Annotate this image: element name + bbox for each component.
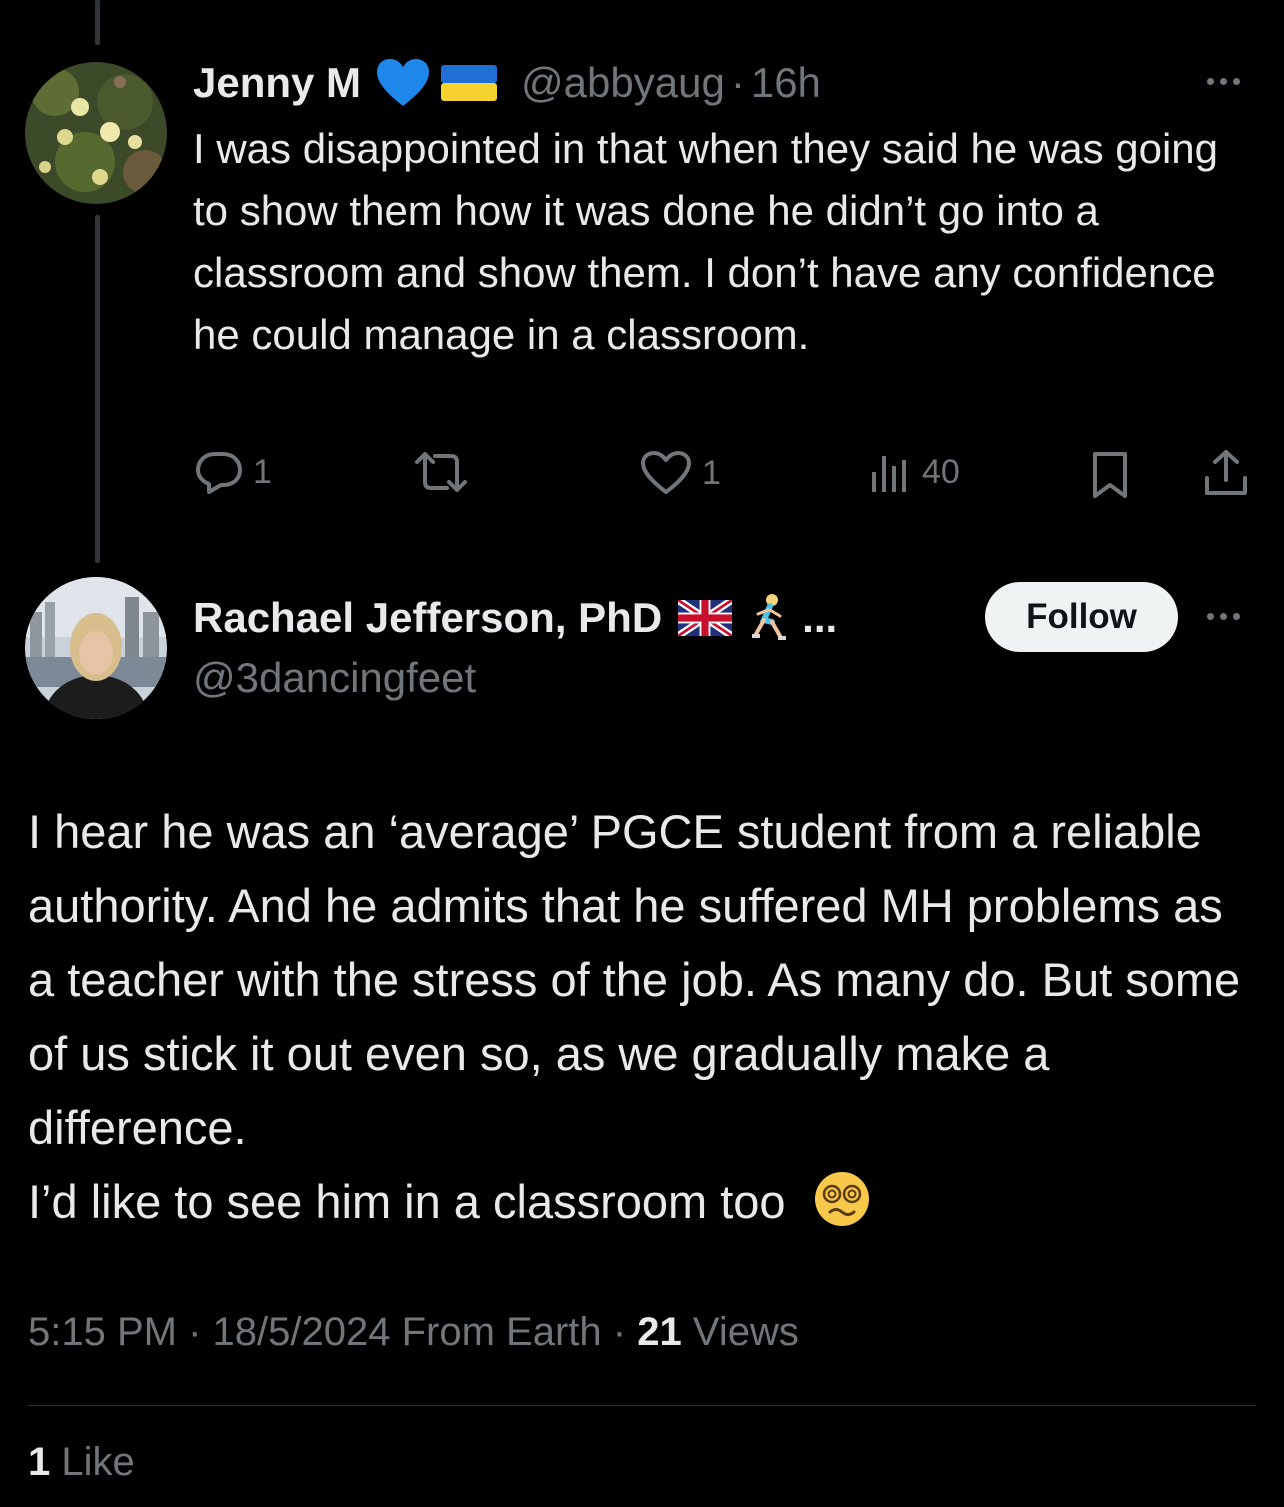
tweet-meta: 5:15 PM · 18/5/2024 From Earth · 21 View… [28,1310,799,1355]
reply-action[interactable]: 1 [195,450,272,494]
woman-running-icon [742,592,794,644]
avatar-rachael[interactable] [25,577,167,719]
thread-line-bottom [95,215,100,563]
bookmark-action[interactable] [1090,450,1130,500]
author-handle[interactable]: @abbyaug [521,59,725,107]
views-icon [872,456,906,492]
likes-count: 1 [28,1440,51,1484]
heart-icon [641,451,691,494]
like-count: 1 [702,453,721,492]
like-action[interactable]: 1 [640,450,721,496]
retweet-icon [415,452,467,492]
views-count: 40 [922,452,960,491]
author-handle[interactable]: @3dancingfeet [193,652,476,704]
share-action[interactable] [1203,448,1249,498]
post-date[interactable]: 18/5/2024 [213,1310,391,1354]
likes-label: Like [61,1440,135,1484]
tweet-time[interactable]: 16h [751,59,821,107]
main-tweet-text: I hear he was an ‘average’ PGCE student … [28,795,1258,1249]
more-options-icon[interactable] [1207,613,1240,620]
blue-heart-icon [375,58,431,108]
views-label: Views [692,1310,799,1354]
reply-tweet-text: I was disappointed in that when they sai… [193,125,1219,358]
retweet-action[interactable] [413,450,479,494]
follow-button[interactable]: Follow [985,582,1178,652]
reply-count: 1 [253,452,272,491]
views-count: 21 [637,1310,682,1354]
post-time[interactable]: 5:15 PM [28,1310,177,1354]
post-source: From Earth [401,1310,602,1354]
views-action[interactable]: 40 [868,450,960,494]
meta-separator: · [612,1310,627,1354]
bookmark-icon [1093,452,1127,498]
main-header: Rachael Jefferson, PhD ... [193,590,837,646]
thread-line-top [95,0,100,45]
author-name[interactable]: Jenny M [193,59,361,107]
dot-separator: · [730,59,745,106]
more-options-icon[interactable] [1207,78,1240,85]
divider [28,1405,1256,1406]
ukraine-flag-icon [441,65,498,101]
uk-flag-icon [678,600,733,636]
face-with-spiral-eyes-icon [813,1170,871,1249]
reply-header: Jenny M @abbyaug · 16h [193,55,821,111]
author-name[interactable]: Rachael Jefferson, PhD [193,594,662,642]
avatar-jenny[interactable] [25,62,167,204]
name-truncation: ... [802,594,838,641]
main-tweet-paragraph: I hear he was an ‘average’ PGCE student … [28,805,1241,1154]
likes-summary[interactable]: 1 Like [28,1440,135,1485]
share-icon [1205,450,1247,495]
main-tweet-last-line-text: I’d like to see him in a classroom too [28,1175,786,1228]
main-tweet-last-line: I’d like to see him in a classroom too [28,1165,1258,1249]
reply-icon [196,452,242,494]
meta-separator: · [188,1310,202,1354]
